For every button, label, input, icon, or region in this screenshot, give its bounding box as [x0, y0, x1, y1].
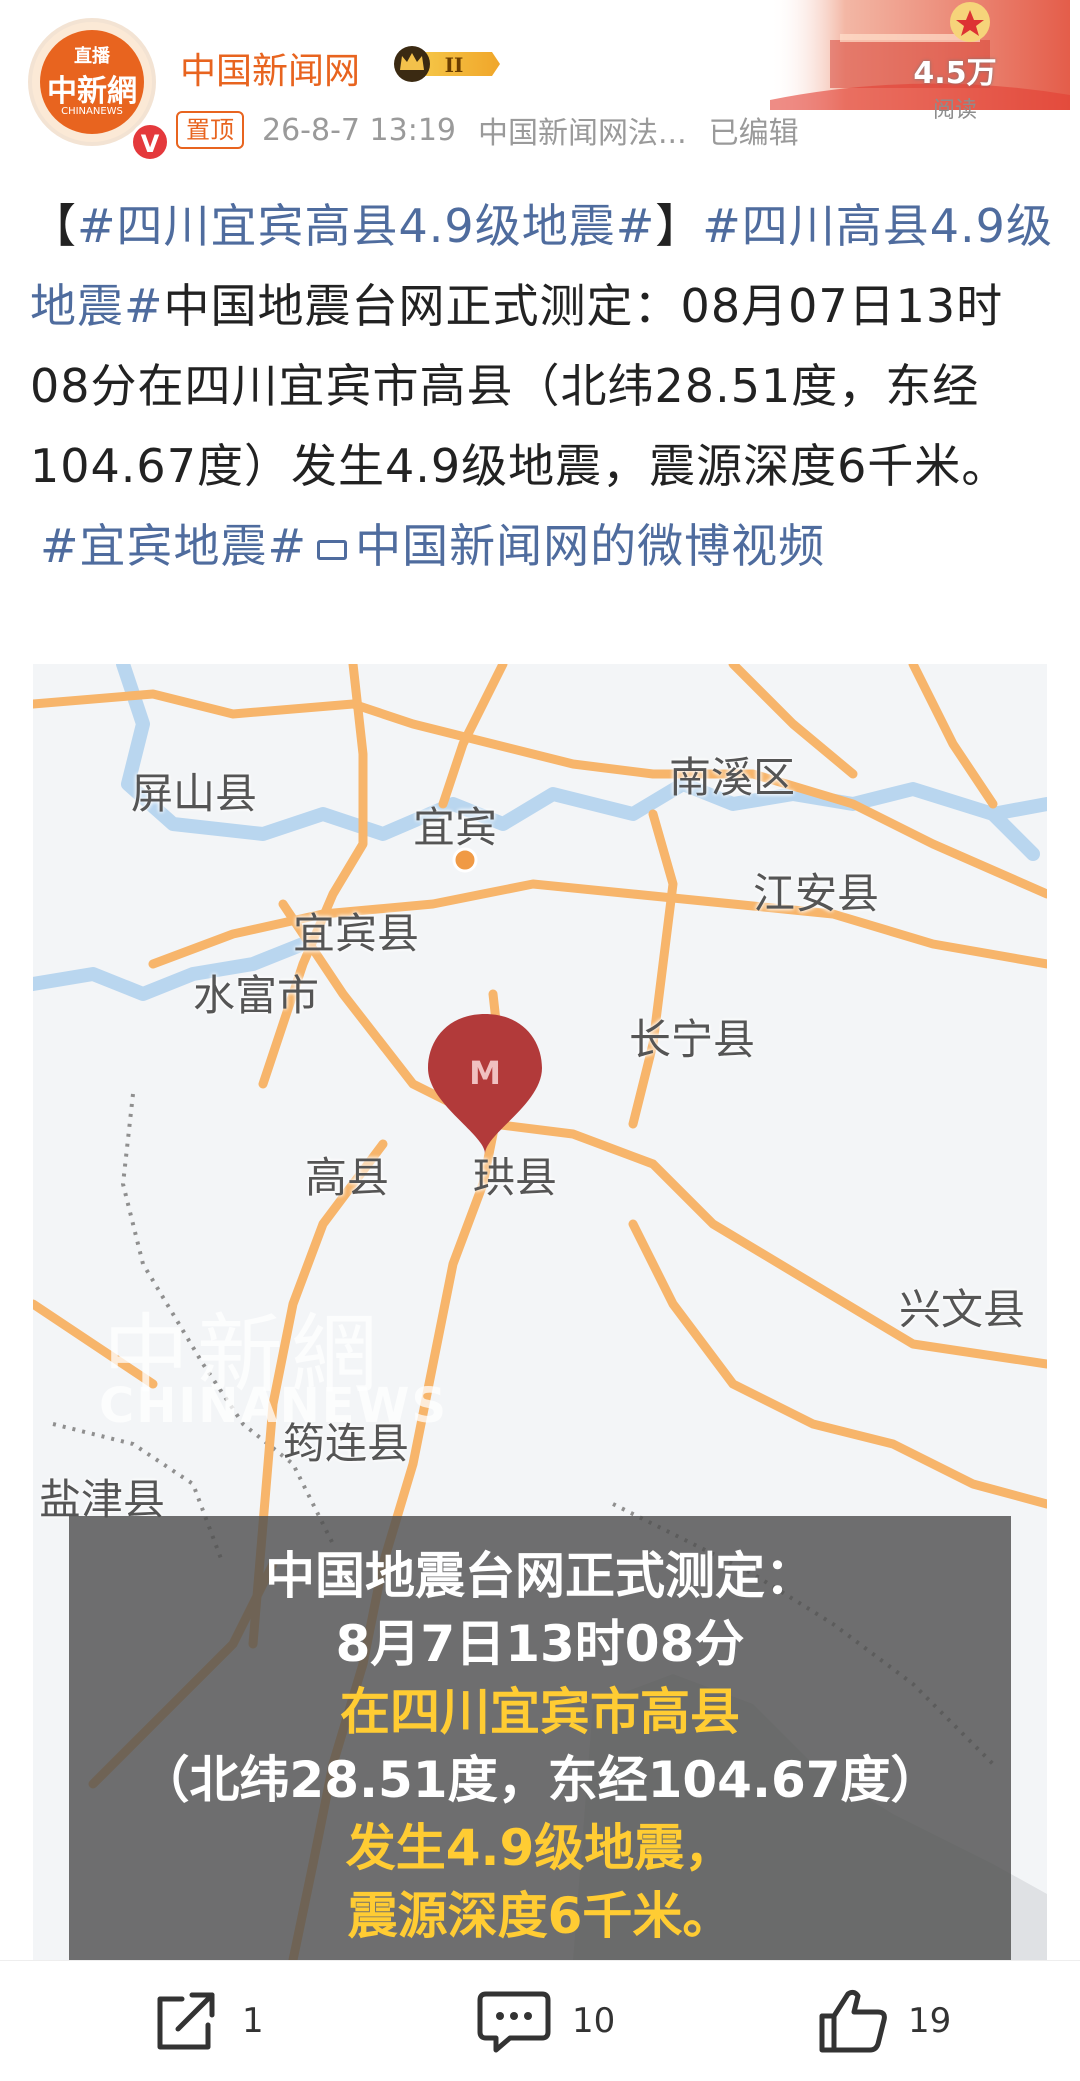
- crown-level-badge[interactable]: II: [392, 44, 500, 84]
- hashtag-link[interactable]: #四川宜宾高县4.9级地震#: [77, 199, 655, 253]
- place-label: 珙县: [473, 1153, 558, 1202]
- video-camera-icon: [317, 539, 348, 560]
- video-thumbnail[interactable]: M 屏山县 宜宾 南溪区 江安县 宜宾县 水富市 长宁县 高县 珙县 兴文县 筠…: [33, 664, 1047, 1960]
- bracket-close: 】: [655, 199, 703, 253]
- read-count-label: 阅读: [932, 98, 977, 123]
- hashtag-link[interactable]: #宜宾地震#: [40, 519, 307, 573]
- place-label: 高县: [305, 1153, 390, 1202]
- read-count-number: 4.5万: [913, 56, 997, 91]
- like-count: 19: [908, 2001, 952, 2041]
- video-link[interactable]: 中国新闻网的微博视频: [307, 519, 825, 573]
- video-link-label: 中国新闻网的微博视频: [355, 519, 826, 573]
- caption-line: 中国地震台网正式测定：: [265, 1547, 815, 1605]
- pinned-badge: 置顶: [176, 111, 244, 149]
- verified-badge: V: [130, 122, 170, 162]
- thumbs-up-icon: [819, 1989, 887, 2053]
- share-count: 1: [242, 2001, 264, 2041]
- place-label: 江安县: [753, 869, 880, 918]
- place-label: 宜宾县: [293, 909, 420, 958]
- share-icon: [157, 1992, 215, 2050]
- comment-button[interactable]: 10: [476, 1981, 615, 2061]
- comment-icon: [477, 1991, 551, 2053]
- place-label: 宜宾: [413, 803, 498, 852]
- bracket-open: 【: [30, 199, 77, 253]
- account-name[interactable]: 中国新闻网: [180, 42, 360, 94]
- avatar-live-label: 直播: [74, 46, 110, 67]
- level-text: II: [445, 53, 464, 77]
- video-caption: 中国地震台网正式测定： 8月7日13时08分 在四川宜宾市高县 （北纬28.51…: [69, 1516, 1011, 1960]
- source-label[interactable]: 中国新闻网法...: [478, 108, 687, 152]
- action-bar: 1 10 19: [0, 1960, 1080, 2081]
- watermark-text: CHINANEWS: [99, 1378, 449, 1434]
- avatar-sub-text: CHINANEWS: [61, 106, 123, 117]
- caption-line: 震源深度6千米。: [347, 1887, 733, 1945]
- caption-line: 发生4.9级地震，: [345, 1819, 735, 1877]
- avatar-logo-text: 中新網: [47, 74, 137, 109]
- caption-line: 在四川宜宾市高县: [340, 1683, 740, 1741]
- read-count: 4.5万 阅读: [880, 48, 1030, 124]
- edited-label[interactable]: 已编辑: [709, 108, 799, 152]
- marker-letter: M: [469, 1054, 501, 1092]
- share-button[interactable]: 1: [152, 1981, 264, 2061]
- place-label: 兴文县: [899, 1285, 1026, 1334]
- avatar-logo: 直播 中新網 CHINANEWS: [40, 30, 144, 134]
- post-text: 【#四川宜宾高县4.9级地震#】#四川高县4.9级地震#中国地震台网正式测定：0…: [30, 186, 1054, 586]
- place-label: 屏山县: [131, 769, 258, 818]
- comment-count: 10: [572, 2001, 616, 2041]
- caption-line: 8月7日13时08分: [335, 1615, 745, 1673]
- avatar[interactable]: 直播 中新網 CHINANEWS V: [28, 18, 170, 162]
- caption-line: （北纬28.51度，东经104.67度）: [139, 1751, 941, 1809]
- post-header: 直播 中新網 CHINANEWS V 中国新闻网 II 置顶 26-8-7 13…: [0, 0, 1080, 170]
- place-label: 南溪区: [669, 753, 796, 802]
- timestamp: 26-8-7 13:19: [262, 112, 456, 148]
- place-label: 水富市: [193, 971, 320, 1020]
- place-label: 长宁县: [629, 1015, 756, 1064]
- post-meta: 置顶 26-8-7 13:19 中国新闻网法... 已编辑: [176, 108, 799, 152]
- post-body: 中国地震台网正式测定：08月07日13时08分在四川宜宾市高县（北纬28.51度…: [30, 279, 1009, 493]
- like-button[interactable]: 19: [818, 1981, 951, 2061]
